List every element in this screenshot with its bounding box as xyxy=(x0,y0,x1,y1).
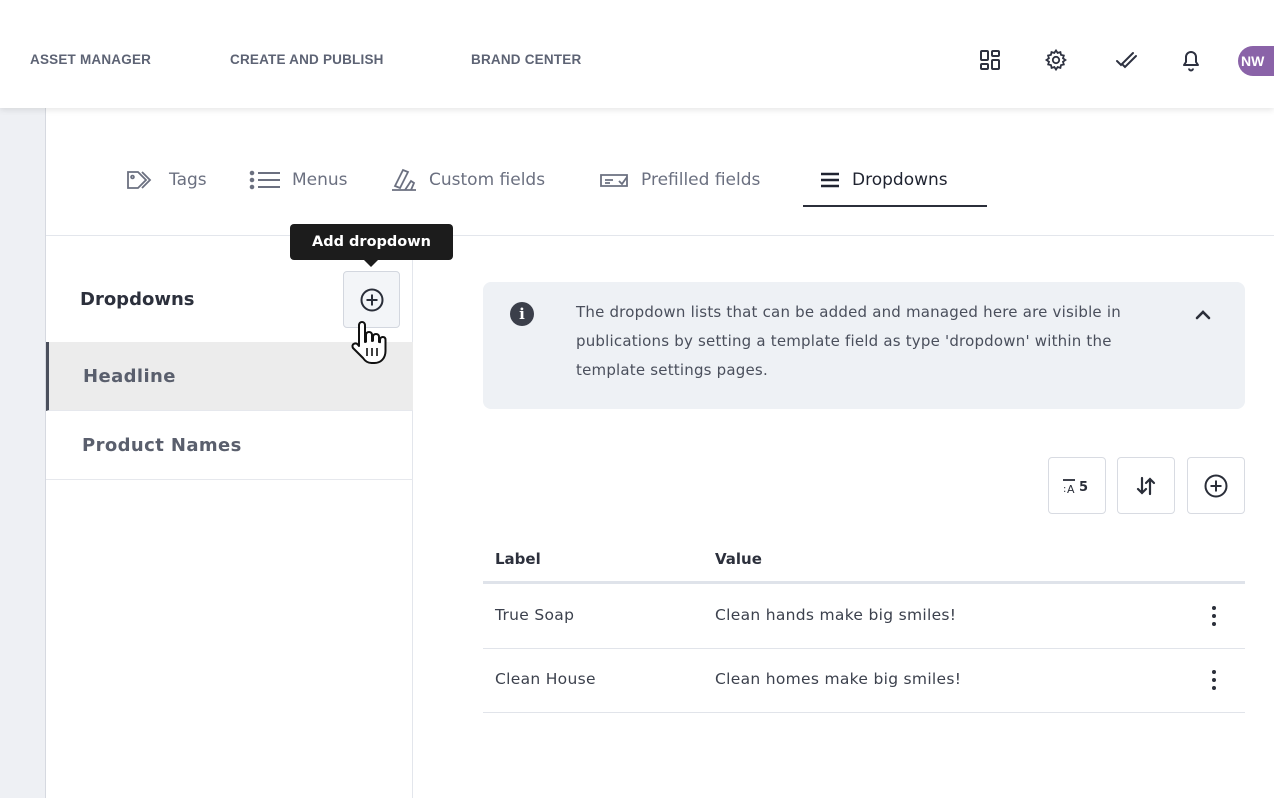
tab-menus-label: Menus xyxy=(292,170,348,190)
info-icon: i xyxy=(510,302,534,326)
chevron-up-icon[interactable] xyxy=(1192,304,1214,326)
add-item-button[interactable] xyxy=(1187,457,1245,514)
tag-icon xyxy=(127,171,152,189)
nav-asset-manager[interactable]: ASSET MANAGER xyxy=(30,52,151,67)
column-header-value[interactable]: Value xyxy=(715,550,762,568)
settings-gear-icon[interactable] xyxy=(1043,47,1069,73)
sidebar-item-product-names[interactable]: Product Names xyxy=(46,411,413,480)
svg-text::: : xyxy=(1063,484,1066,495)
tab-tags[interactable]: Tags xyxy=(125,160,207,200)
table-header: Label Value xyxy=(483,540,1245,584)
apps-grid-icon[interactable] xyxy=(977,47,1003,73)
sort-alpha-button[interactable]: : A 5 xyxy=(1048,457,1106,514)
tab-prefilled-fields-label: Prefilled fields xyxy=(641,170,761,190)
plus-circle-icon xyxy=(360,288,383,311)
hand-cursor-icon xyxy=(351,321,387,364)
tab-custom-fields[interactable]: Custom fields xyxy=(389,160,545,200)
sort-alpha-icon: : A 5 xyxy=(1063,478,1088,496)
add-circle-icon xyxy=(1204,474,1228,497)
sort-order-icon xyxy=(1136,476,1156,495)
row-menu-icon[interactable] xyxy=(1203,600,1225,632)
user-avatar[interactable]: NW xyxy=(1238,46,1274,76)
hamburger-icon xyxy=(821,172,839,188)
notifications-bell-icon[interactable] xyxy=(1178,47,1204,73)
sidebar-title: Dropdowns xyxy=(80,289,195,310)
tab-custom-fields-label: Custom fields xyxy=(429,170,546,190)
add-dropdown-tooltip: Add dropdown xyxy=(290,224,453,267)
table-row[interactable]: Clean House Clean homes make big smiles! xyxy=(483,649,1245,713)
sort-order-button[interactable] xyxy=(1117,457,1175,514)
column-header-label[interactable]: Label xyxy=(495,550,541,568)
svg-text:A: A xyxy=(1067,483,1075,496)
top-navigation-bar: ASSET MANAGER CREATE AND PUBLISH BRAND C… xyxy=(0,0,1274,108)
row-menu-icon[interactable] xyxy=(1203,664,1225,696)
row-label: True Soap xyxy=(495,606,575,624)
info-banner: i The dropdown lists that can be added a… xyxy=(483,282,1245,409)
tab-dropdowns-label: Dropdowns xyxy=(852,170,948,190)
row-value: Clean homes make big smiles! xyxy=(715,670,962,688)
ruler-pen-icon xyxy=(392,168,416,191)
active-tab-indicator xyxy=(803,205,987,207)
table-row[interactable]: True Soap Clean hands make big smiles! xyxy=(483,585,1245,649)
nav-brand-center[interactable]: BRAND CENTER xyxy=(471,52,581,67)
tasks-check-icon[interactable] xyxy=(1113,47,1139,73)
settings-tab-bar: Tags Menus Custom fields Prefilled field… xyxy=(46,108,1274,236)
tab-menus[interactable]: Menus xyxy=(248,160,348,200)
row-value: Clean hands make big smiles! xyxy=(715,606,957,624)
form-field-icon xyxy=(600,174,628,187)
nav-create-and-publish[interactable]: CREATE AND PUBLISH xyxy=(230,52,384,67)
left-rail xyxy=(0,108,46,798)
tab-dropdowns[interactable]: Dropdowns xyxy=(818,160,948,200)
svg-text:5: 5 xyxy=(1079,480,1088,495)
tab-tags-label: Tags xyxy=(169,170,207,190)
row-label: Clean House xyxy=(495,670,596,688)
tab-prefilled-fields[interactable]: Prefilled fields xyxy=(597,160,760,200)
info-text: The dropdown lists that can be added and… xyxy=(576,303,1121,379)
list-icon xyxy=(249,170,280,190)
